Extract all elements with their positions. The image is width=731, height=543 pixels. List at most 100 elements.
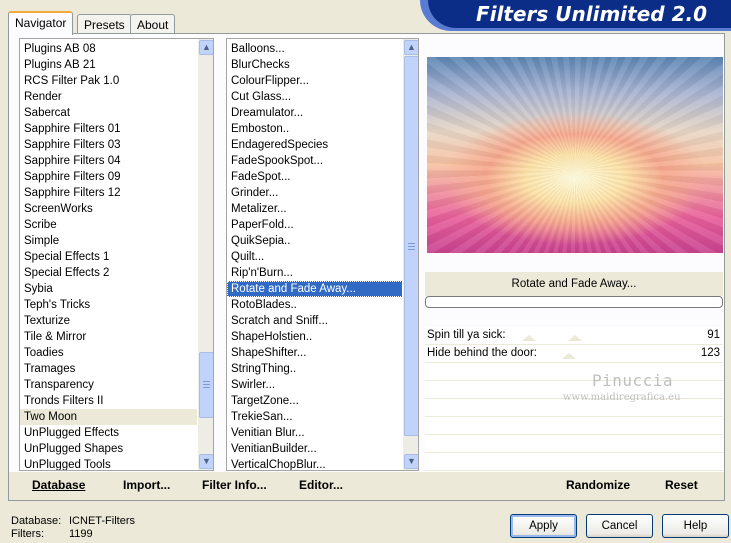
filter-list[interactable]: Balloons... BlurChecks ColourFlipper... Cut… xyxy=(226,38,419,471)
list-item[interactable]: Sapphire Filters 12 xyxy=(20,185,197,201)
chevron-down-icon[interactable]: ▼ xyxy=(404,454,418,469)
chevron-down-icon[interactable]: ▼ xyxy=(199,454,213,469)
list-item[interactable]: Dreamulator... xyxy=(227,105,403,121)
app-title: Filters Unlimited 2.0 xyxy=(428,0,731,28)
slider-marker xyxy=(568,335,582,341)
filter-scroll-thumb[interactable] xyxy=(404,56,418,436)
list-item[interactable]: PaperFold... xyxy=(227,217,403,233)
list-item[interactable]: Plugins AB 21 xyxy=(20,57,197,73)
list-item[interactable]: Tramages xyxy=(20,361,197,377)
list-item[interactable]: Sapphire Filters 04 xyxy=(20,153,197,169)
param-value: 91 xyxy=(707,329,720,341)
database-label: Database: xyxy=(11,515,62,527)
param-label: Spin till ya sick: xyxy=(427,329,506,341)
list-item[interactable]: Plugins AB 08 xyxy=(20,41,197,57)
list-item[interactable]: Metalizer... xyxy=(227,201,403,217)
param-row-empty xyxy=(425,363,723,381)
list-item[interactable]: VenitianBuilder... xyxy=(227,441,403,457)
list-item[interactable]: TrekieSan... xyxy=(227,409,403,425)
filter-scrollbar[interactable]: ▲ ▼ xyxy=(402,39,418,470)
param-row[interactable]: Hide behind the door: 123 xyxy=(425,345,723,363)
list-item[interactable]: Scratch and Sniff... xyxy=(227,313,403,329)
reset-button[interactable]: Reset xyxy=(665,478,698,492)
category-scrollbar[interactable]: ▲ ▼ xyxy=(197,39,213,470)
param-label: Hide behind the door: xyxy=(427,347,537,359)
list-item[interactable]: ShapeHolstien.. xyxy=(227,329,403,345)
list-item[interactable]: Swirler... xyxy=(227,377,403,393)
category-scroll-thumb[interactable] xyxy=(199,352,213,418)
cancel-button[interactable]: Cancel xyxy=(586,514,653,538)
list-item[interactable]: QuikSepia.. xyxy=(227,233,403,249)
import-button[interactable]: Import... xyxy=(123,478,170,492)
list-item[interactable]: Sapphire Filters 03 xyxy=(20,137,197,153)
watermark-site: www.maidiregrafica.eu xyxy=(563,392,681,403)
list-item[interactable]: Cut Glass... xyxy=(227,89,403,105)
list-item[interactable]: ColourFlipper... xyxy=(227,73,403,89)
list-item[interactable]: Simple xyxy=(20,233,197,249)
list-item[interactable]: UnPlugged Shapes xyxy=(20,441,197,457)
list-item[interactable]: BlurChecks xyxy=(227,57,403,73)
editor-button[interactable]: Editor... xyxy=(299,478,343,492)
list-item[interactable]: UnPlugged Tools xyxy=(20,457,197,470)
list-item[interactable]: Balloons... xyxy=(227,41,403,57)
database-value: ICNET-Filters xyxy=(69,515,135,527)
list-item[interactable]: RCS Filter Pak 1.0 xyxy=(20,73,197,89)
list-item[interactable]: UnPlugged Effects xyxy=(20,425,197,441)
list-item[interactable]: Texturize xyxy=(20,313,197,329)
list-item[interactable]: StringThing.. xyxy=(227,361,403,377)
database-button[interactable]: Database xyxy=(32,478,85,492)
category-list[interactable]: Plugins AB 08 Plugins AB 21 RCS Filter Pak… xyxy=(19,38,214,471)
list-item[interactable]: Sapphire Filters 09 xyxy=(20,169,197,185)
filter-toolbar: Database Import... Filter Info... Editor… xyxy=(9,472,724,500)
list-item[interactable]: Sybia xyxy=(20,281,197,297)
list-item[interactable]: Emboston.. xyxy=(227,121,403,137)
filter-info-button[interactable]: Filter Info... xyxy=(202,478,267,492)
list-item[interactable]: Sapphire Filters 01 xyxy=(20,121,197,137)
help-button[interactable]: Help xyxy=(662,514,729,538)
slider-marker xyxy=(522,335,536,341)
param-row-empty xyxy=(425,453,723,471)
list-item[interactable]: FadeSpookSpot... xyxy=(227,153,403,169)
list-item[interactable]: Tile & Mirror xyxy=(20,329,197,345)
list-item[interactable]: Render xyxy=(20,89,197,105)
param-row-empty xyxy=(425,417,723,435)
list-item[interactable]: EndageredSpecies xyxy=(227,137,403,153)
randomize-button[interactable]: Randomize xyxy=(566,478,630,492)
list-item[interactable]: ShapeShifter... xyxy=(227,345,403,361)
tab-about[interactable]: About xyxy=(130,14,176,34)
list-item[interactable]: Scribe xyxy=(20,217,197,233)
list-item[interactable]: Grinder... xyxy=(227,185,403,201)
selected-filter-name: Rotate and Fade Away... xyxy=(511,278,637,290)
slider-marker xyxy=(562,353,576,359)
apply-button[interactable]: Apply xyxy=(510,514,577,538)
list-item[interactable]: Sabercat xyxy=(20,105,197,121)
progress-bar xyxy=(425,296,723,308)
param-value: 123 xyxy=(700,347,720,359)
tab-navigator[interactable]: Navigator xyxy=(8,11,74,35)
list-item[interactable]: Rip'n'Burn... xyxy=(227,265,403,281)
list-item[interactable]: TargetZone... xyxy=(227,393,403,409)
list-item[interactable]: Two Moon xyxy=(20,409,197,425)
list-item[interactable]: ScreenWorks xyxy=(20,201,197,217)
list-item[interactable]: Quilt... xyxy=(227,249,403,265)
tab-presets[interactable]: Presets xyxy=(77,14,132,34)
chevron-up-icon[interactable]: ▲ xyxy=(404,40,418,55)
list-item[interactable]: VerticalChopBlur... xyxy=(227,457,403,470)
list-item[interactable]: Tronds Filters II xyxy=(20,393,197,409)
chevron-up-icon[interactable]: ▲ xyxy=(199,40,213,55)
watermark-name: Pinuccia xyxy=(592,371,674,390)
list-item[interactable]: Venitian Blur... xyxy=(227,425,403,441)
list-item[interactable]: Teph's Tricks xyxy=(20,297,197,313)
filters-count: 1199 xyxy=(69,528,93,540)
list-item[interactable]: Rotate and Fade Away... xyxy=(227,281,403,297)
param-row-empty xyxy=(425,435,723,453)
filter-preview-image xyxy=(427,57,723,253)
param-row[interactable]: Spin till ya sick: 91 xyxy=(425,327,723,345)
list-item[interactable]: Special Effects 2 xyxy=(20,265,197,281)
list-item[interactable]: RotoBlades.. xyxy=(227,297,403,313)
list-item[interactable]: Toadies xyxy=(20,345,197,361)
list-item[interactable]: FadeSpot... xyxy=(227,169,403,185)
list-item[interactable]: Transparency xyxy=(20,377,197,393)
list-item[interactable]: Special Effects 1 xyxy=(20,249,197,265)
filters-label: Filters: xyxy=(11,528,44,540)
